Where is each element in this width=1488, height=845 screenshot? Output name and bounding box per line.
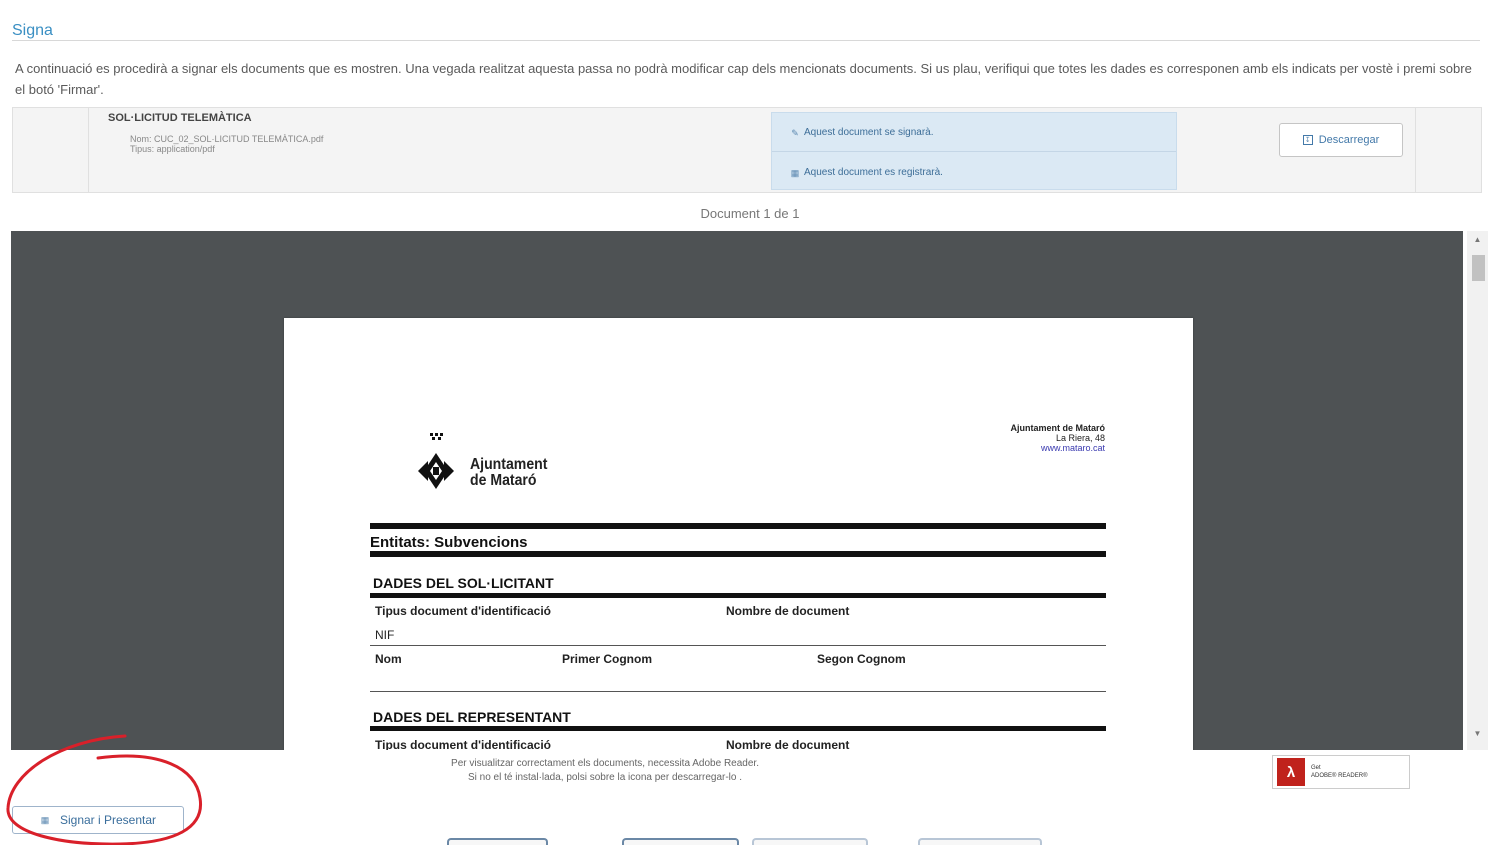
pdf-rule: [370, 551, 1106, 557]
document-row: SOL·LICITUD TELEMÀTICA Nom: CUC_02_SOL·L…: [12, 107, 1482, 193]
reader-note-line2: Si no el té instal·lada, polsi sobre la …: [467, 772, 743, 783]
org-info: Ajuntament de Mataró La Riera, 48 www.ma…: [1010, 423, 1105, 453]
adobe-reader-icon: λ: [1277, 758, 1305, 786]
status-sign-text: Aquest document se signarà.: [804, 127, 934, 138]
logo-text: Ajuntament de Mataró: [470, 457, 547, 489]
section-divider: [12, 40, 1480, 41]
status-register: ▦ Aquest document es registrarà.: [790, 167, 943, 178]
pdf-rule: [370, 523, 1106, 529]
representative-section-title: DADES DEL REPRESENTANT: [373, 709, 571, 725]
footer-button[interactable]: [622, 838, 739, 845]
pdf-viewer[interactable]: Ajuntament de Mataró Ajuntament de Matar…: [11, 231, 1463, 750]
status-divider: [772, 151, 1176, 152]
pdf-heading: Entitats: Subvencions: [370, 534, 528, 551]
scroll-down-icon[interactable]: ▼: [1467, 729, 1488, 738]
org-name: Ajuntament de Mataró: [1010, 423, 1105, 433]
label-doc-number-rep: Nombre de document: [726, 738, 850, 750]
logo-line1: Ajuntament: [470, 456, 548, 473]
org-address: La Riera, 48: [1055, 433, 1105, 443]
logo-line2: de Mataró: [470, 472, 537, 489]
column-separator: [1415, 108, 1416, 192]
label-surname2: Segon Cognom: [817, 652, 906, 666]
footer-button[interactable]: [447, 838, 548, 845]
document-meta: Nom: CUC_02_SOL·LICITUD TELEMÀTICA.pdf T…: [130, 134, 323, 154]
value-id-type: NIF: [375, 628, 395, 642]
footer-button[interactable]: [752, 838, 868, 845]
label-id-type: Tipus document d'identificació: [375, 604, 551, 618]
label-surname1: Primer Cognom: [562, 652, 653, 666]
document-counter: Document 1 de 1: [700, 206, 800, 221]
label-id-type-rep: Tipus document d'identificació: [375, 738, 551, 750]
footer-button[interactable]: [918, 838, 1042, 845]
download-button[interactable]: ↧ Descarregar: [1279, 123, 1403, 157]
download-icon: ↧: [1302, 135, 1313, 145]
document-status-box: ✎ Aquest document se signarà. ▦ Aquest d…: [771, 112, 1177, 190]
download-label: Descarregar: [1318, 134, 1380, 146]
reader-note-line1: Per visualitzar correctament els documen…: [451, 758, 759, 769]
applicant-section-title: DADES DEL SOL·LICITANT: [373, 575, 554, 591]
adobe-line2: ADOBE® READER®: [1311, 773, 1368, 779]
status-register-text: Aquest document es registrarà.: [804, 167, 943, 178]
scroll-thumb[interactable]: [1472, 255, 1485, 281]
intro-text: A continuació es procedirà a signar els …: [15, 61, 1472, 97]
scroll-up-icon[interactable]: ▲: [1467, 235, 1488, 244]
sign-submit-button[interactable]: ▦ Signar i Presentar: [12, 806, 184, 834]
status-sign: ✎ Aquest document se signarà.: [790, 127, 934, 138]
viewer-scrollbar[interactable]: ▲ ▼: [1467, 231, 1488, 750]
sign-submit-label: Signar i Presentar: [59, 813, 157, 827]
pdf-rule: [370, 645, 1106, 646]
pdf-page: Ajuntament de Mataró Ajuntament de Matar…: [284, 318, 1193, 750]
register-icon: ▦: [790, 167, 800, 178]
section-title: Signa: [12, 22, 53, 39]
org-web: www.mataro.cat: [1040, 443, 1105, 453]
document-name: SOL·LICITUD TELEMÀTICA: [108, 112, 252, 124]
adobe-reader-text: Get ADOBE® READER®: [1311, 764, 1368, 780]
adobe-reader-button[interactable]: λ Get ADOBE® READER®: [1272, 755, 1410, 789]
document-type: Tipus: application/pdf: [130, 144, 215, 154]
register-icon: ▦: [40, 815, 50, 825]
column-separator: [88, 108, 89, 192]
adobe-line1: Get: [1311, 765, 1321, 771]
pdf-rule: [370, 691, 1106, 692]
label-name: Nom: [375, 652, 402, 666]
edit-icon: ✎: [791, 127, 799, 138]
document-filename: Nom: CUC_02_SOL·LICITUD TELEMÀTICA.pdf: [130, 134, 324, 144]
pdf-rule: [370, 726, 1106, 731]
label-doc-number: Nombre de document: [726, 604, 850, 618]
pdf-rule: [370, 593, 1106, 598]
reader-note: Per visualitzar correctament els documen…: [0, 757, 1210, 785]
